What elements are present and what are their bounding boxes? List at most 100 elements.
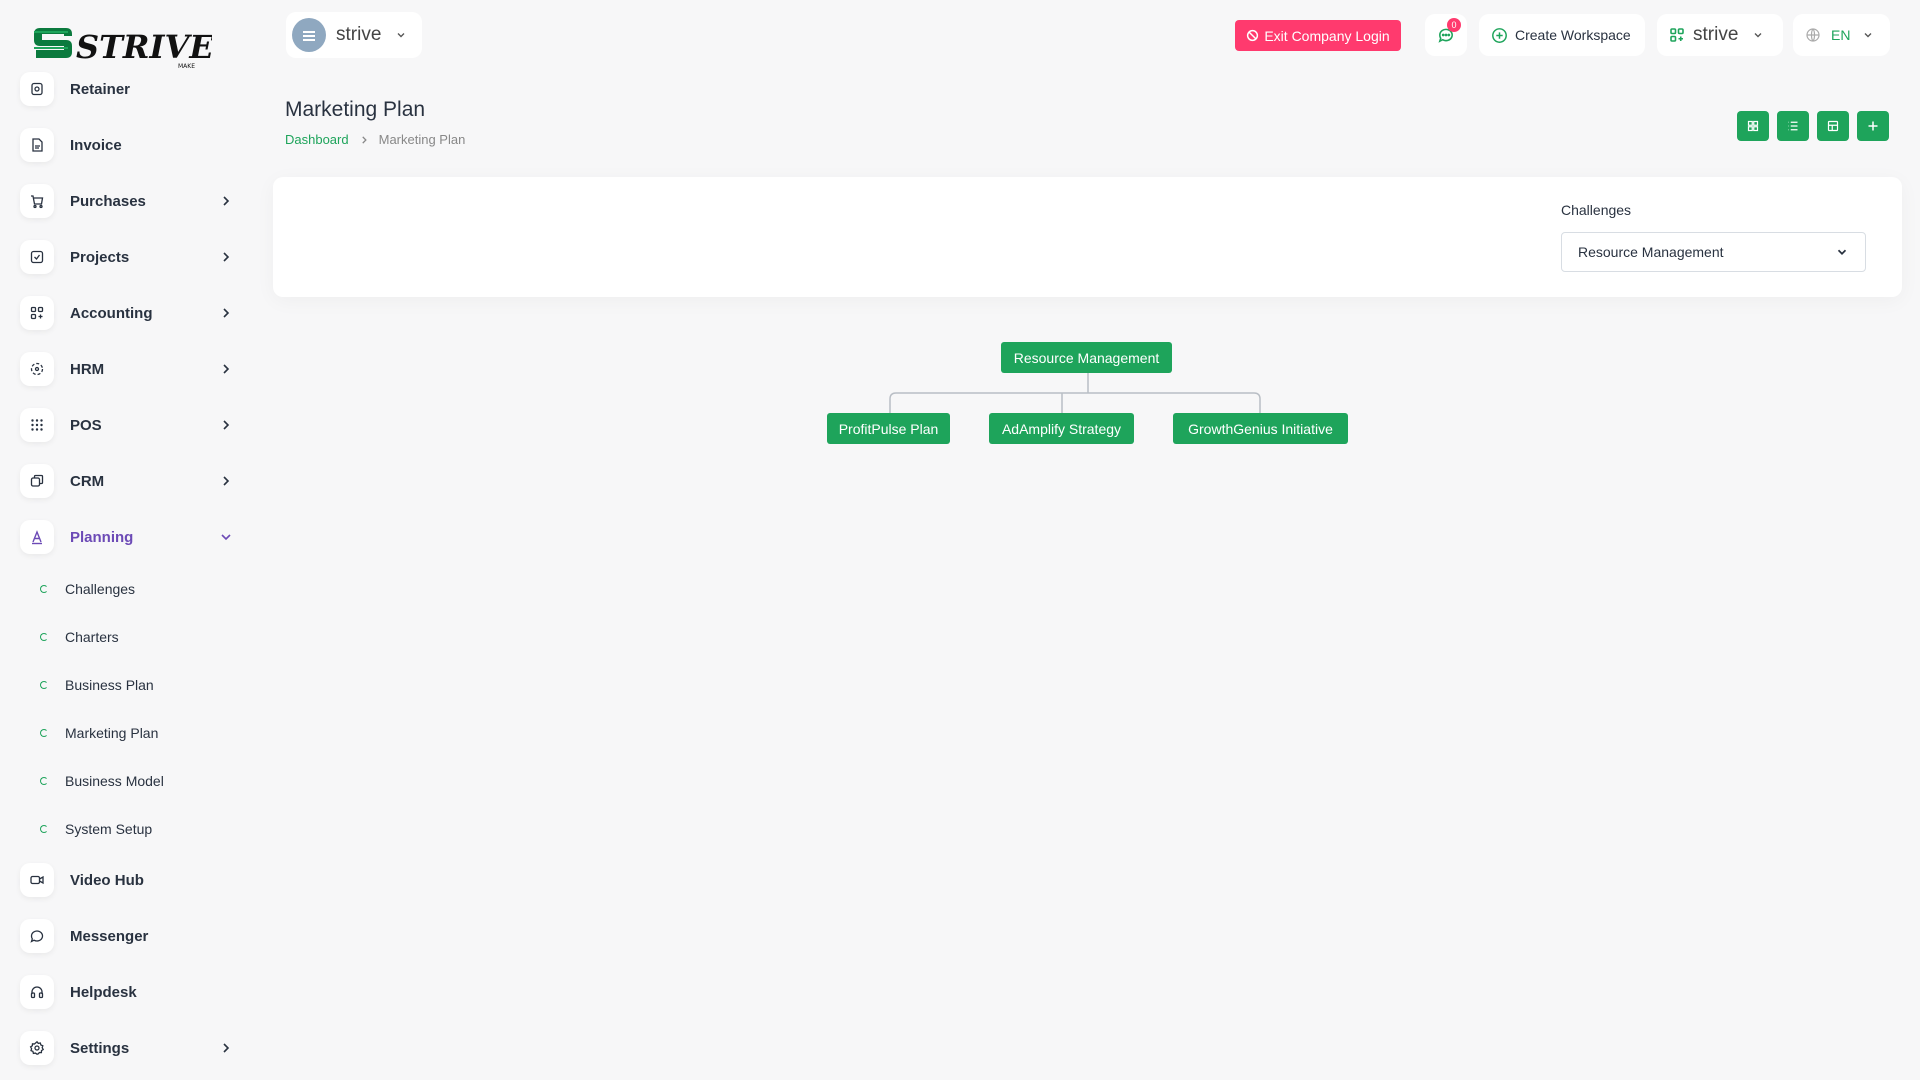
checkbox-icon bbox=[20, 240, 54, 274]
sidebar-subitem-system-setup[interactable]: System Setup bbox=[20, 811, 220, 847]
sidebar-item-helpdesk[interactable]: Helpdesk bbox=[20, 970, 240, 1014]
sidebar-item-label: Planning bbox=[70, 528, 134, 546]
grid-view-button[interactable] bbox=[1737, 111, 1769, 141]
breadcrumb-current: Marketing Plan bbox=[378, 132, 466, 147]
chevron-right-icon bbox=[223, 308, 230, 318]
workspace-switcher[interactable]: strive bbox=[286, 12, 422, 58]
crm-icon bbox=[20, 464, 54, 498]
sidebar-item-pos[interactable]: POS bbox=[20, 403, 240, 447]
apps-icon bbox=[1670, 28, 1684, 42]
list-icon bbox=[1788, 121, 1798, 131]
sidebar-subitem-business-plan[interactable]: Business Plan bbox=[20, 667, 220, 703]
globe-icon bbox=[1806, 28, 1820, 42]
apps-icon bbox=[20, 296, 54, 330]
chevron-down-icon bbox=[1837, 249, 1847, 255]
chevron-right-icon bbox=[223, 476, 230, 486]
chat-button[interactable]: 0 bbox=[1425, 14, 1467, 56]
create-workspace-button[interactable]: Create Workspace bbox=[1479, 14, 1645, 56]
workspace-name: strive bbox=[336, 24, 382, 45]
chat-count-badge: 0 bbox=[1447, 18, 1461, 32]
planning-icon bbox=[20, 520, 54, 554]
logo-text: STRIVE bbox=[76, 28, 212, 66]
chevron-right-icon bbox=[223, 420, 230, 430]
bullet-icon bbox=[40, 681, 48, 689]
sidebar-subitem-challenges[interactable]: Challenges bbox=[20, 571, 220, 607]
ban-icon bbox=[1247, 29, 1259, 42]
plus-icon bbox=[1868, 121, 1878, 131]
grid-icon bbox=[1747, 120, 1759, 132]
sidebar-subitem-business-model[interactable]: Business Model bbox=[20, 763, 220, 799]
chevron-down-icon bbox=[1754, 33, 1762, 38]
table-view-button[interactable] bbox=[1817, 111, 1849, 141]
exit-company-login-button[interactable]: Exit Company Login bbox=[1235, 20, 1401, 51]
strive-logo[interactable]: STRIVE MAKE bbox=[32, 18, 214, 74]
sidebar-item-retainer[interactable]: Retainer bbox=[20, 67, 240, 111]
sidebar-subitem-charters[interactable]: Charters bbox=[20, 619, 220, 655]
add-button[interactable] bbox=[1857, 111, 1889, 141]
challenges-select[interactable]: Resource Management bbox=[1561, 232, 1866, 272]
breadcrumb: Dashboard Marketing Plan bbox=[285, 132, 465, 147]
chevron-right-icon bbox=[223, 196, 230, 206]
org-node-child[interactable]: AdAmplify Strategy bbox=[989, 413, 1134, 444]
hrm-icon bbox=[20, 352, 54, 386]
bullet-icon bbox=[40, 585, 48, 593]
bullet-icon bbox=[40, 777, 48, 785]
sidebar-item-label: Messenger bbox=[70, 927, 149, 945]
sidebar-subitem-marketing-plan[interactable]: Marketing Plan bbox=[20, 715, 220, 751]
bullet-icon bbox=[40, 633, 48, 641]
sidebar-item-settings[interactable]: Settings bbox=[20, 1026, 240, 1070]
sidebar-item-label: Invoice bbox=[70, 136, 122, 154]
chevron-right-icon bbox=[223, 1043, 230, 1053]
sidebar-item-label: Settings bbox=[70, 1039, 130, 1057]
bullet-icon bbox=[40, 729, 48, 737]
table-icon bbox=[1827, 120, 1839, 132]
org-chart-connectors bbox=[889, 373, 1261, 413]
sidebar-item-label: Purchases bbox=[70, 192, 146, 210]
grid-dots-icon bbox=[20, 408, 54, 442]
gear-icon bbox=[20, 1031, 54, 1065]
plus-circle-icon bbox=[1492, 27, 1507, 43]
video-icon bbox=[20, 863, 54, 897]
sidebar-item-invoice[interactable]: Invoice bbox=[20, 123, 240, 167]
sidebar-item-label: Accounting bbox=[70, 304, 153, 322]
language-select[interactable]: EN bbox=[1793, 14, 1890, 56]
chevron-down-icon bbox=[1864, 33, 1872, 38]
sidebar-item-crm[interactable]: CRM bbox=[20, 459, 240, 503]
sidebar-item-label: HRM bbox=[70, 360, 105, 378]
workspace-select[interactable]: strive bbox=[1657, 14, 1783, 56]
sidebar-item-hrm[interactable]: HRM bbox=[20, 347, 240, 391]
view-toggle-group bbox=[1737, 111, 1889, 141]
invoice-icon bbox=[20, 128, 54, 162]
sidebar: STRIVE MAKE Retainer Invoice Purchases P… bbox=[0, 0, 260, 1080]
challenges-select-value: Resource Management bbox=[1578, 244, 1724, 260]
headset-icon bbox=[20, 975, 54, 1009]
page-title: Marketing Plan bbox=[285, 98, 426, 121]
sidebar-item-label: Helpdesk bbox=[70, 983, 137, 1001]
list-view-button[interactable] bbox=[1777, 111, 1809, 141]
workspace-avatar bbox=[292, 18, 326, 52]
cart-icon bbox=[20, 184, 54, 218]
retainer-icon bbox=[20, 72, 54, 106]
sidebar-item-planning[interactable]: Planning bbox=[20, 515, 240, 559]
chevron-right-icon bbox=[223, 252, 230, 262]
sidebar-item-label: CRM bbox=[70, 472, 105, 490]
chevron-down-icon bbox=[221, 534, 231, 541]
message-icon bbox=[20, 919, 54, 953]
breadcrumb-dashboard-link[interactable]: Dashboard bbox=[285, 132, 349, 147]
challenges-filter-label: Challenges bbox=[1561, 202, 1632, 218]
org-node-child[interactable]: GrowthGenius Initiative bbox=[1173, 413, 1348, 444]
org-node-child[interactable]: ProfitPulse Plan bbox=[827, 413, 950, 444]
bullet-icon bbox=[40, 825, 48, 833]
sidebar-item-video-hub[interactable]: Video Hub bbox=[20, 858, 240, 902]
sidebar-item-projects[interactable]: Projects bbox=[20, 235, 240, 279]
sidebar-item-label: Projects bbox=[70, 248, 130, 266]
org-node-root[interactable]: Resource Management bbox=[1001, 342, 1172, 373]
sidebar-item-label: Retainer bbox=[70, 80, 131, 98]
sidebar-item-messenger[interactable]: Messenger bbox=[20, 914, 240, 958]
sidebar-item-accounting[interactable]: Accounting bbox=[20, 291, 240, 335]
sidebar-item-purchases[interactable]: Purchases bbox=[20, 179, 240, 223]
chevron-down-icon bbox=[397, 33, 405, 38]
sidebar-item-label: Video Hub bbox=[70, 871, 144, 889]
chevron-right-icon bbox=[223, 364, 230, 374]
chevron-right-icon bbox=[361, 135, 367, 144]
